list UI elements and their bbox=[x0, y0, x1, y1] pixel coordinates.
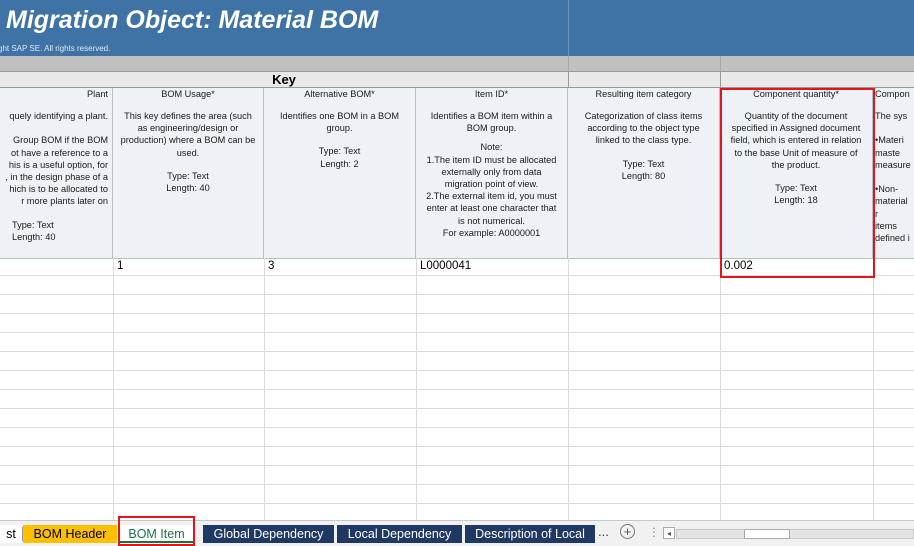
column-type-info: Type: Text Length: 18 bbox=[774, 183, 818, 206]
column-header-label: Item ID* bbox=[474, 89, 509, 99]
cell-item-id[interactable]: L0000041 bbox=[416, 259, 568, 273]
column-description: Identifies a BOM item within a BOM group… bbox=[430, 111, 553, 134]
grid-line bbox=[0, 484, 914, 485]
column-header-label: Plant bbox=[87, 89, 108, 99]
grid-line bbox=[0, 332, 914, 333]
tab-bom-item[interactable]: BOM Item bbox=[120, 525, 193, 543]
title-banner: Migration Object: Material BOM ght SAP S… bbox=[0, 0, 914, 56]
banner-divider bbox=[568, 0, 569, 56]
column-header-resulting-item-category[interactable]: Resulting item category Categorization o… bbox=[568, 88, 720, 258]
column-description: Identifies one BOM in a BOM group. bbox=[280, 111, 399, 134]
grid-line bbox=[720, 258, 721, 520]
column-header-label: Component quantity* bbox=[753, 89, 839, 99]
cell-alternative-bom[interactable]: 3 bbox=[264, 259, 416, 273]
scrollbar-thumb[interactable] bbox=[744, 529, 790, 539]
cell-bom-usage[interactable]: 1 bbox=[113, 259, 264, 273]
separator-line bbox=[568, 56, 569, 71]
more-tabs-button[interactable]: ... bbox=[598, 524, 609, 539]
column-header-item-id[interactable]: Item ID* Identifies a BOM item within a … bbox=[416, 88, 568, 258]
copyright-text: ght SAP SE. All rights reserved. bbox=[0, 44, 111, 53]
sheet-title: Migration Object: Material BOM bbox=[6, 6, 379, 34]
key-group-row: Key bbox=[0, 71, 914, 88]
splitter-handle-icon[interactable]: ⋮ bbox=[648, 525, 660, 539]
add-sheet-icon[interactable]: + bbox=[620, 524, 635, 539]
column-header-label: Compon bbox=[875, 89, 910, 99]
column-description: The sys •Materi maste measure •Non- mate… bbox=[875, 111, 911, 244]
tab-previous-sheet[interactable]: st bbox=[0, 525, 22, 543]
column-header-label: Resulting item category bbox=[595, 89, 692, 99]
spreadsheet-area[interactable]: Migration Object: Material BOM ght SAP S… bbox=[0, 0, 914, 520]
grid-line bbox=[0, 275, 914, 276]
tab-description-of-local[interactable]: Description of Local bbox=[465, 525, 595, 543]
column-header-label: Alternative BOM* bbox=[304, 89, 375, 99]
grid-line bbox=[264, 258, 265, 520]
grid-line bbox=[0, 427, 914, 428]
key-row-divider bbox=[568, 72, 569, 88]
grid-line bbox=[0, 370, 914, 371]
grid-line bbox=[0, 503, 914, 504]
column-type-info: Type: Text Length: 40 bbox=[166, 170, 210, 194]
grid-line bbox=[0, 408, 914, 409]
grid-line bbox=[113, 258, 114, 520]
grid-line bbox=[416, 258, 417, 520]
grid-line bbox=[0, 389, 914, 390]
key-row-divider bbox=[720, 72, 721, 88]
grid-line bbox=[0, 294, 914, 295]
column-type-info: Type: Text Length: 80 bbox=[621, 158, 666, 181]
column-description: Quantity of the document specified in As… bbox=[730, 111, 862, 170]
grid-line bbox=[0, 465, 914, 466]
column-header-label: BOM Usage* bbox=[161, 89, 215, 99]
grid-line bbox=[873, 258, 874, 520]
separator-line bbox=[720, 56, 721, 71]
column-description: quely identifying a plant. Group BOM if … bbox=[5, 111, 108, 207]
tab-global-dependency[interactable]: Global Dependency bbox=[203, 525, 334, 543]
scroll-left-icon[interactable]: ◂ bbox=[663, 527, 675, 539]
column-type-info: Note: 1.The item ID must be allocated ex… bbox=[426, 142, 557, 238]
column-header-component-unit[interactable]: Compon The sys •Materi maste measure •No… bbox=[873, 88, 914, 258]
horizontal-scrollbar[interactable] bbox=[676, 529, 914, 539]
column-header-bom-usage[interactable]: BOM Usage* This key defines the area (su… bbox=[113, 88, 264, 258]
column-type-info: Type: Text Length: 40 bbox=[12, 219, 56, 242]
grid-line bbox=[0, 313, 914, 314]
key-group-label: Key bbox=[272, 72, 296, 87]
column-header-alternative-bom[interactable]: Alternative BOM* Identifies one BOM in a… bbox=[264, 88, 416, 258]
separator-bar bbox=[0, 56, 914, 71]
grid-line bbox=[0, 351, 914, 352]
tab-local-dependency[interactable]: Local Dependency bbox=[337, 525, 462, 543]
column-description: Categorization of class items according … bbox=[584, 111, 703, 146]
column-description: This key defines the area (such as engin… bbox=[120, 111, 256, 158]
sheet-tab-bar: st BOM Header BOM Item Global Dependency… bbox=[0, 520, 914, 546]
column-header-plant[interactable]: Plant quely identifying a plant. Group B… bbox=[0, 88, 113, 258]
cell-component-quantity[interactable]: 0.002 bbox=[720, 259, 872, 273]
cell-grid[interactable] bbox=[0, 258, 914, 520]
tab-bom-header[interactable]: BOM Header bbox=[23, 525, 117, 543]
column-type-info: Type: Text Length: 2 bbox=[318, 146, 361, 169]
column-header-component-quantity[interactable]: Component quantity* Quantity of the docu… bbox=[720, 88, 873, 258]
grid-line bbox=[0, 446, 914, 447]
grid-line bbox=[568, 258, 569, 520]
